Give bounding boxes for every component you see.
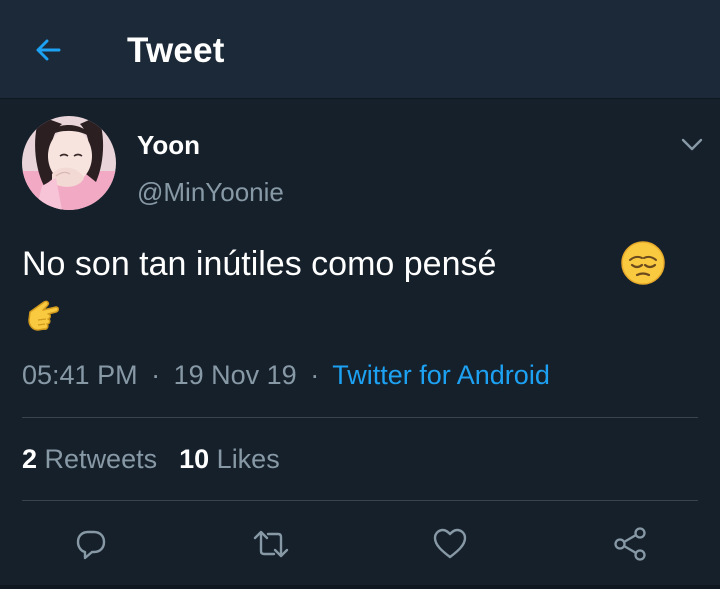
tweet-text: No son tan inútiles como pensé	[22, 245, 497, 283]
bottom-border	[0, 585, 720, 589]
avatar[interactable]	[22, 116, 116, 210]
retweet-icon	[253, 530, 289, 558]
back-button[interactable]	[28, 30, 68, 70]
like-icon	[433, 528, 467, 559]
tweet-source-link[interactable]: Twitter for Android	[332, 360, 550, 390]
tweet-date: 19 Nov 19	[173, 360, 297, 390]
retweets-label: Retweets	[44, 444, 158, 474]
divider	[22, 500, 698, 501]
tweet-detail-screen: Tweet Yoon @MinYoonie No son tan inútile…	[0, 0, 720, 589]
retweet-button[interactable]	[251, 524, 291, 564]
like-button[interactable]	[430, 524, 470, 564]
meta-separator: ·	[151, 360, 161, 390]
author-name[interactable]: Yoon	[137, 130, 200, 161]
top-app-bar: Tweet	[0, 0, 720, 99]
likes-stat[interactable]: 10 Likes	[179, 444, 280, 474]
tweet-stats: 2 Retweets 10 Likes	[22, 444, 280, 475]
arrow-left-icon	[36, 39, 61, 61]
tweet-time: 05:41 PM	[22, 360, 138, 390]
tweet-meta: 05:41 PM · 19 Nov 19 · Twitter for Andro…	[22, 360, 550, 391]
reply-button[interactable]	[71, 524, 111, 564]
share-icon	[614, 527, 646, 561]
page-title: Tweet	[127, 31, 225, 70]
divider	[22, 417, 698, 418]
likes-label: Likes	[216, 444, 280, 474]
meta-separator: ·	[310, 360, 320, 390]
tweet-actions-bar	[0, 520, 720, 566]
avatar-photo	[22, 116, 116, 210]
tweet-menu-button[interactable]	[676, 130, 708, 158]
retweets-count: 2	[22, 444, 38, 474]
reply-icon	[76, 530, 106, 560]
author-handle[interactable]: @MinYoonie	[137, 177, 284, 208]
chevron-down-icon	[681, 138, 703, 151]
pointing-hand-emoji	[28, 300, 59, 331]
retweets-stat[interactable]: 2 Retweets	[22, 444, 157, 474]
share-button[interactable]	[610, 524, 650, 564]
likes-count: 10	[179, 444, 210, 474]
pensive-face-emoji	[621, 241, 665, 285]
